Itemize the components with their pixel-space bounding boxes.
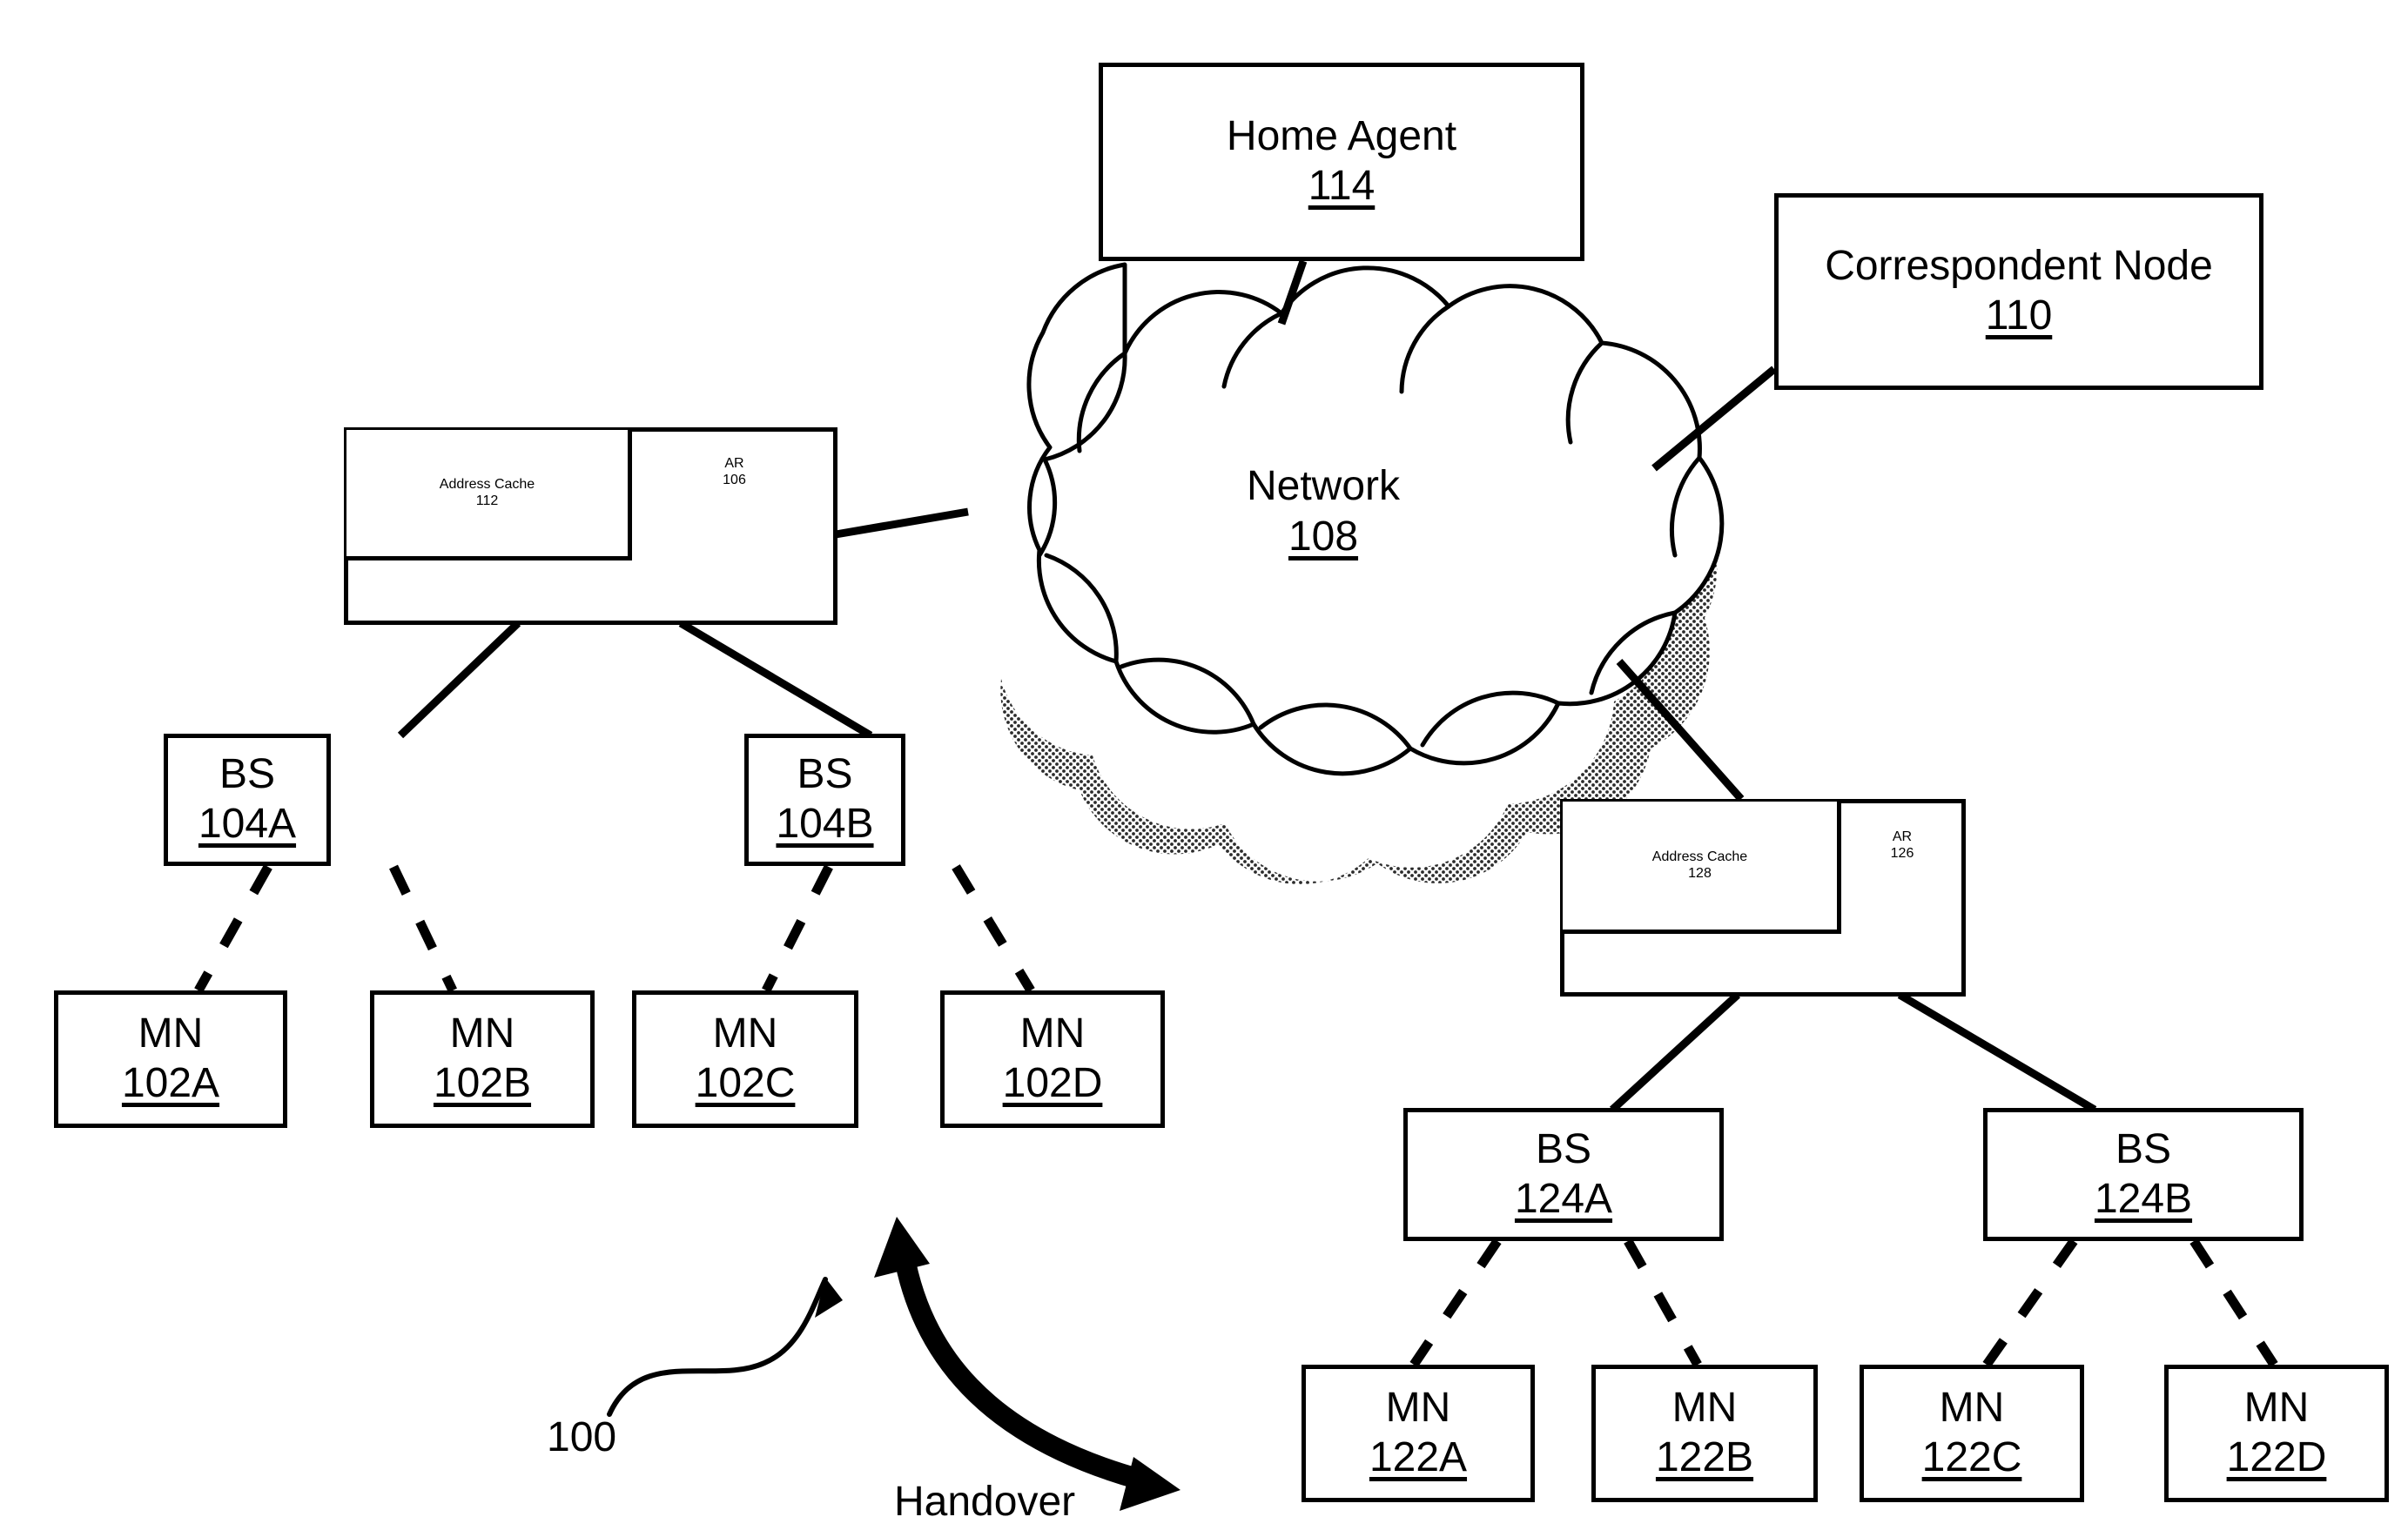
node-home-agent[interactable]: Home Agent 114	[1099, 63, 1584, 261]
node-correspondent-node-ref: 110	[1985, 292, 2053, 339]
node-address-cache-112-title: Address Cache	[439, 476, 535, 492]
node-mobile-node-102b[interactable]: MN 102B	[370, 990, 595, 1128]
node-address-cache-128-ref: 128	[1688, 865, 1712, 881]
node-mobile-node-122b-title: MN	[1671, 1385, 1738, 1432]
link-ar126-to-bs124b	[1897, 991, 2097, 1113]
node-access-router-106-title: AR	[724, 456, 744, 471]
node-base-station-124a-title: BS	[1535, 1125, 1592, 1172]
link-bs104a-to-mn102b	[389, 864, 457, 993]
node-mobile-node-122a-ref: 122A	[1369, 1434, 1468, 1480]
node-base-station-104a-title: BS	[219, 751, 276, 798]
node-mobile-node-122b[interactable]: MN 122B	[1591, 1365, 1818, 1502]
link-bs124a-to-mn122b	[1624, 1238, 1702, 1367]
node-mobile-node-122d[interactable]: MN 122D	[2164, 1365, 2389, 1502]
link-bs104b-to-mn102c	[762, 864, 833, 993]
node-base-station-104b[interactable]: BS 104B	[744, 734, 905, 866]
node-mobile-node-102d[interactable]: MN 102D	[940, 990, 1165, 1128]
node-mobile-node-102c-title: MN	[712, 1010, 778, 1057]
node-base-station-104b-ref: 104B	[776, 801, 874, 847]
node-base-station-124b[interactable]: BS 124B	[1983, 1108, 2304, 1241]
node-mobile-node-122c[interactable]: MN 122C	[1860, 1365, 2084, 1502]
handover-label: Handover	[894, 1479, 1076, 1525]
node-address-cache-128-title: Address Cache	[1651, 849, 1748, 864]
node-network-cloud-title: Network	[1246, 463, 1401, 509]
node-mobile-node-122d-ref: 122D	[2226, 1434, 2327, 1480]
figure-number-label: 100	[547, 1414, 617, 1460]
figure-number-leader-arrow	[607, 1277, 843, 1417]
node-address-cache-128[interactable]: Address Cache 128	[1563, 802, 1841, 934]
node-mobile-node-102a-ref: 102A	[121, 1060, 220, 1106]
node-mobile-node-102c[interactable]: MN 102C	[632, 990, 858, 1128]
node-base-station-104a-ref: 104A	[198, 801, 297, 847]
handover-arrow	[874, 1217, 1180, 1511]
link-bs124b-to-mn122c	[1982, 1238, 2078, 1368]
node-access-router-106-labels: AR 106	[636, 456, 833, 489]
node-home-agent-ref: 114	[1308, 163, 1376, 209]
link-ar106-to-bs104b	[678, 620, 873, 739]
node-base-station-124b-ref: 124B	[2094, 1175, 2193, 1222]
node-access-router-106[interactable]: Address Cache 112 AR 106	[344, 427, 837, 625]
link-ar106-to-network	[835, 507, 969, 539]
node-access-router-126-labels: AR 126	[1841, 829, 1963, 862]
node-access-router-106-ref: 106	[723, 472, 746, 487]
link-bs124a-to-mn122a	[1409, 1238, 1502, 1368]
node-mobile-node-122a[interactable]: MN 122A	[1302, 1365, 1535, 1502]
patent-figure-network-handover: Home Agent 114 Correspondent Node 110 Ne…	[0, 0, 2408, 1537]
node-mobile-node-102a-title: MN	[138, 1010, 204, 1057]
node-mobile-node-122b-ref: 122B	[1655, 1434, 1754, 1480]
node-base-station-104a[interactable]: BS 104A	[164, 734, 331, 866]
link-ar106-to-bs104a	[397, 620, 521, 739]
node-mobile-node-122c-ref: 122C	[1921, 1434, 2022, 1480]
node-address-cache-112-ref: 112	[475, 493, 499, 508]
link-ar126-to-bs124a	[1609, 991, 1741, 1113]
node-base-station-104b-title: BS	[797, 751, 853, 798]
node-correspondent-node[interactable]: Correspondent Node 110	[1774, 193, 2263, 390]
node-access-router-126[interactable]: Address Cache 128 AR 126	[1560, 799, 1966, 997]
link-network-to-ar126	[1616, 659, 1745, 802]
node-access-router-126-title: AR	[1892, 829, 1913, 844]
node-correspondent-node-title: Correspondent Node	[1825, 243, 2213, 290]
node-mobile-node-122a-title: MN	[1385, 1385, 1451, 1432]
node-mobile-node-102a[interactable]: MN 102A	[54, 990, 287, 1128]
link-bs104b-to-mn102d	[952, 864, 1035, 993]
node-mobile-node-102d-title: MN	[1019, 1010, 1086, 1057]
link-bs124b-to-mn122d	[2189, 1238, 2278, 1367]
node-mobile-node-122c-title: MN	[1939, 1385, 2005, 1432]
link-correspondent-node-to-network	[1651, 366, 1777, 472]
link-bs104a-to-mn102a	[194, 864, 272, 993]
link-home-agent-to-network	[1277, 259, 1308, 326]
node-address-cache-112[interactable]: Address Cache 112	[346, 430, 632, 560]
node-mobile-node-102d-ref: 102D	[1002, 1060, 1103, 1106]
node-base-station-124b-title: BS	[2115, 1125, 2172, 1172]
node-network-cloud-ref: 108	[1288, 513, 1359, 560]
node-mobile-node-122d-title: MN	[2243, 1385, 2310, 1432]
node-base-station-124a-ref: 124A	[1514, 1175, 1613, 1222]
node-base-station-124a[interactable]: BS 124A	[1403, 1108, 1724, 1241]
node-mobile-node-102b-title: MN	[449, 1010, 515, 1057]
node-network-cloud-label: Network 108	[1175, 461, 1471, 561]
node-mobile-node-102c-ref: 102C	[695, 1060, 796, 1106]
node-home-agent-title: Home Agent	[1226, 113, 1457, 160]
node-access-router-126-ref: 126	[1890, 845, 1914, 861]
node-mobile-node-102b-ref: 102B	[433, 1060, 532, 1106]
